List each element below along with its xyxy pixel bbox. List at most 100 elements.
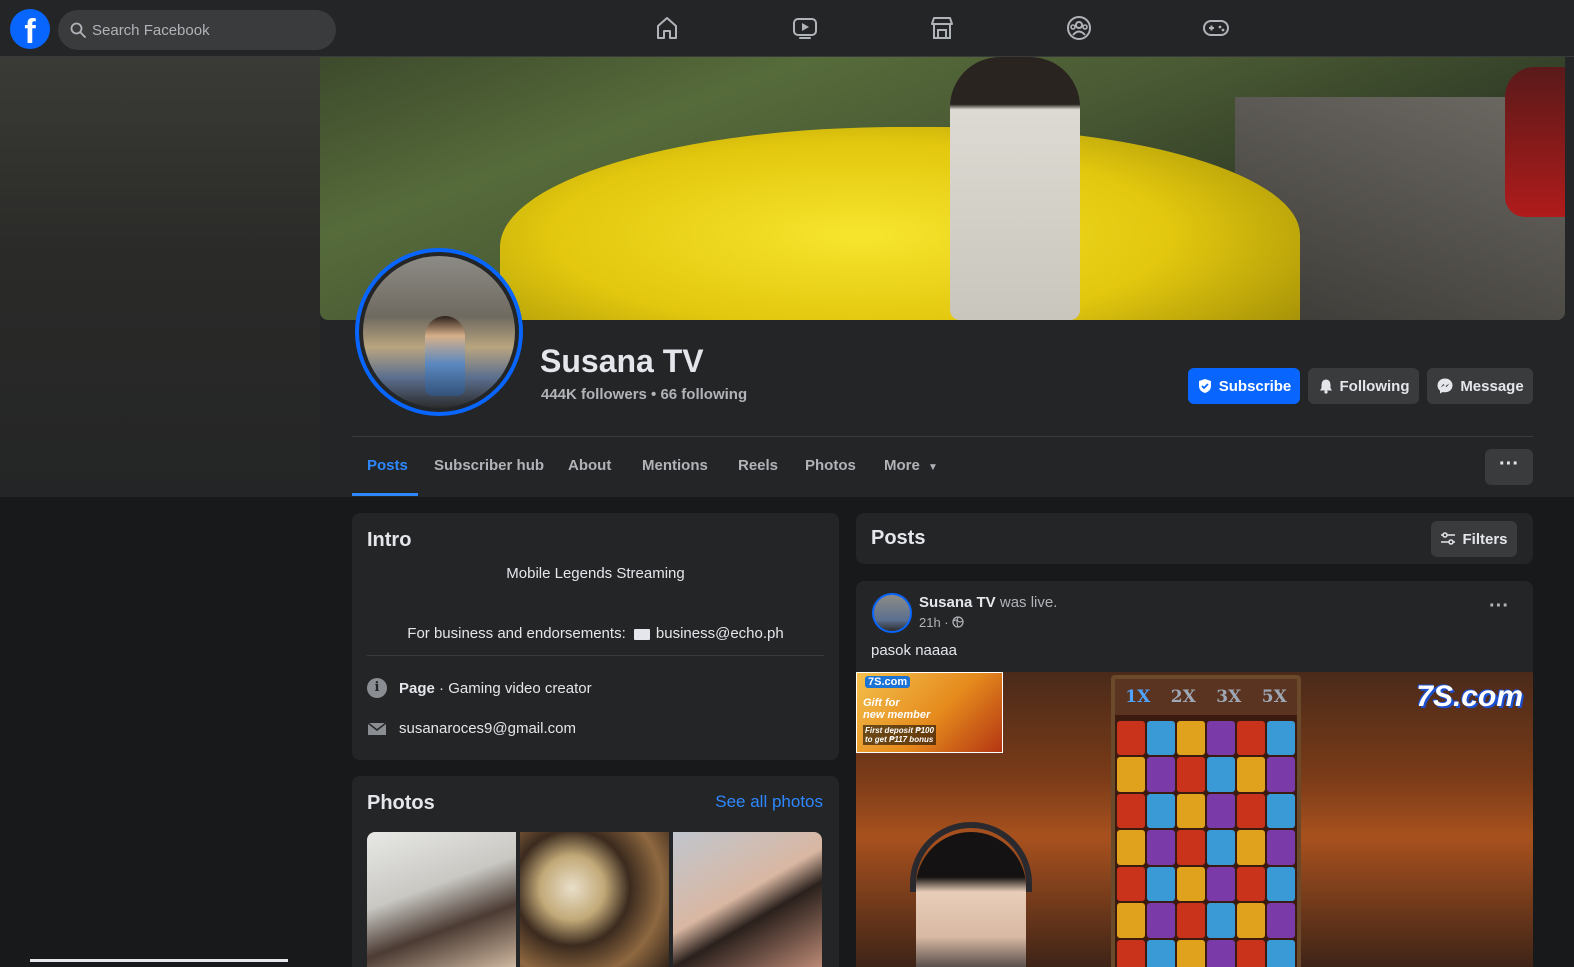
slot-symbol: [1147, 721, 1175, 756]
multiplier-bar: 1X 2X 3X 5X: [1115, 679, 1297, 715]
tab-photos[interactable]: Photos: [805, 457, 856, 474]
slot-symbol: [1147, 757, 1175, 792]
ad-fine-print: First deposit ₱100 to get ₱117 bonus: [863, 725, 936, 745]
intro-email[interactable]: susanaroces9@gmail.com: [399, 720, 576, 737]
slot-game-board: 1X 2X 3X 5X: [1111, 675, 1301, 967]
slot-symbol: [1147, 939, 1175, 967]
slot-symbol: [1237, 757, 1265, 792]
page-type-rest: · Gaming video creator: [434, 679, 592, 697]
ad-headline: Gift for new member: [863, 697, 930, 721]
filters-button[interactable]: Filters: [1431, 521, 1517, 557]
multiplier-label: 1X: [1125, 687, 1151, 707]
business-email[interactable]: business@echo.ph: [656, 625, 784, 642]
facebook-logo-icon[interactable]: f: [10, 9, 50, 49]
post-options-icon[interactable]: ···: [1489, 595, 1509, 618]
tab-posts[interactable]: Posts: [367, 457, 408, 474]
search-icon: [70, 22, 86, 38]
slot-symbol: [1177, 903, 1205, 938]
post-action: was live.: [995, 594, 1058, 611]
intro-card: Intro Mobile Legends Streaming For busin…: [352, 513, 839, 760]
photo-thumbnail[interactable]: [520, 832, 669, 967]
slot-symbol: [1177, 866, 1205, 902]
slot-symbol: [1207, 721, 1235, 756]
slot-symbol: [1267, 830, 1295, 865]
post-timestamp[interactable]: 21h ·: [919, 615, 964, 630]
multiplier-label: 2X: [1170, 687, 1196, 707]
header-side-shade: [0, 57, 320, 497]
photos-title: Photos: [367, 792, 435, 814]
message-label: Message: [1460, 377, 1524, 395]
info-icon: i: [367, 678, 387, 698]
home-icon[interactable]: [652, 13, 682, 43]
slot-symbol: [1177, 793, 1205, 829]
slot-symbol: [1117, 939, 1145, 967]
filters-label: Filters: [1462, 530, 1508, 548]
active-tab-indicator: [352, 493, 418, 496]
photos-card: Photos See all photos: [352, 776, 839, 967]
groups-icon[interactable]: [1064, 13, 1094, 43]
page-type-bold: Page: [399, 679, 435, 697]
tab-reels[interactable]: Reels: [738, 457, 778, 474]
following-label: Following: [1339, 377, 1410, 395]
subscribe-label: Subscribe: [1218, 377, 1292, 395]
see-all-photos-link[interactable]: See all photos: [715, 792, 823, 812]
slot-symbol: [1177, 830, 1205, 865]
gaming-icon[interactable]: [1201, 13, 1231, 43]
slot-symbol: [1267, 793, 1295, 829]
tab-more-label: More: [884, 457, 920, 474]
stream-brand-logo: 7S.com: [1416, 680, 1523, 713]
subscribe-button[interactable]: Subscribe: [1188, 368, 1300, 404]
tab-more[interactable]: More ▼: [884, 457, 938, 474]
ad-brand: 7S.com: [865, 676, 911, 688]
slot-symbol: [1147, 903, 1175, 938]
posts-header-card: Posts Filters: [856, 513, 1533, 564]
posts-title: Posts: [871, 527, 926, 549]
slot-symbol: [1177, 939, 1205, 967]
post-author-avatar[interactable]: [872, 593, 912, 633]
tab-mentions[interactable]: Mentions: [642, 457, 708, 474]
slot-symbol: [1237, 903, 1265, 938]
profile-picture[interactable]: [355, 248, 523, 416]
slot-symbol: [1117, 830, 1145, 865]
bell-icon: [1319, 379, 1332, 394]
watch-icon[interactable]: [790, 13, 820, 43]
follower-stats[interactable]: 444K followers • 66 following: [541, 386, 747, 403]
intro-bio: Mobile Legends Streaming: [506, 565, 685, 582]
cover-yellow-car: [500, 127, 1300, 320]
slot-symbol: [1117, 721, 1145, 756]
cover-photo[interactable]: [320, 57, 1565, 320]
slot-symbol: [1207, 903, 1235, 938]
avatar: [359, 252, 519, 412]
page-title: Susana TV: [540, 343, 704, 379]
post-video[interactable]: 7S.com Gift for new member First deposit…: [856, 672, 1533, 967]
following-button[interactable]: Following: [1308, 368, 1419, 404]
email-icon: [367, 721, 387, 735]
slot-symbol: [1237, 830, 1265, 865]
slot-symbol: [1147, 793, 1175, 829]
intro-title: Intro: [367, 529, 412, 551]
photo-thumbnail[interactable]: [367, 832, 516, 967]
search-input[interactable]: [92, 10, 328, 50]
ad-fine2: to get ₱117 bonus: [865, 735, 934, 744]
business-prefix: For business and endorsements:: [407, 625, 626, 642]
intro-business-line: For business and endorsements: business@…: [352, 625, 839, 642]
marketplace-icon[interactable]: [927, 13, 957, 43]
page-type-text: Page · Gaming video creator: [399, 680, 592, 697]
intro-divider: [367, 655, 824, 656]
more-options-button[interactable]: ···: [1485, 449, 1533, 485]
slot-symbol: [1147, 866, 1175, 902]
messenger-icon: [1437, 378, 1453, 394]
message-button[interactable]: Message: [1427, 368, 1533, 404]
slot-symbol: [1207, 830, 1235, 865]
slot-symbol: [1267, 939, 1295, 967]
photo-thumbnail[interactable]: [673, 832, 822, 967]
search-box[interactable]: [58, 10, 336, 50]
slot-symbol: [1267, 757, 1295, 792]
ad-line2: new member: [863, 709, 931, 721]
tab-about[interactable]: About: [568, 457, 611, 474]
post-author-name[interactable]: Susana TV: [919, 594, 996, 611]
tab-subscriber-hub[interactable]: Subscriber hub: [434, 457, 544, 474]
scrollbar-indicator: [30, 959, 288, 962]
intro-page-type: i Page · Gaming video creator: [367, 678, 592, 698]
subscribe-shield-icon: [1198, 379, 1211, 393]
